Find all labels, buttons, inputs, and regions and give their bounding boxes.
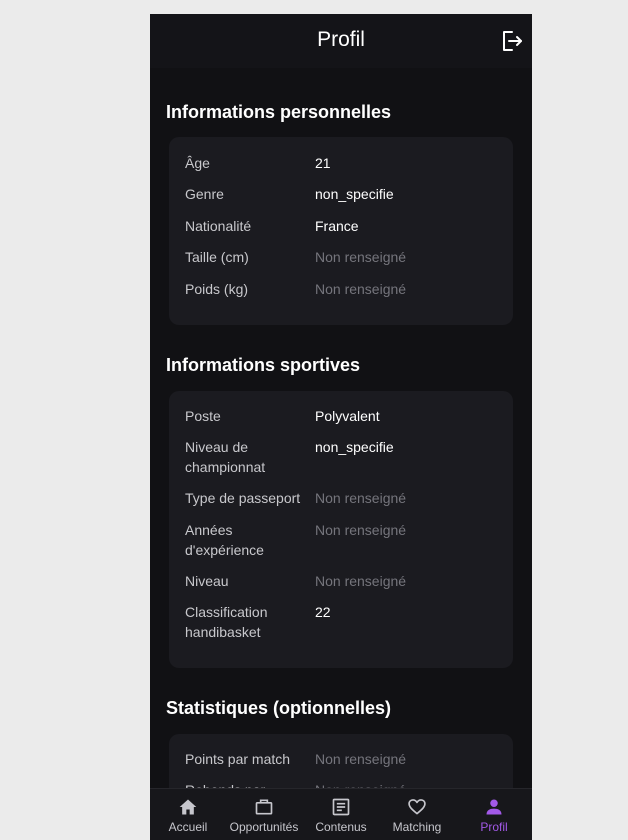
row-value: non_specifie (315, 439, 394, 455)
row-label: Poids (kg) (185, 281, 249, 297)
sport-info-card: Poste Polyvalent Niveau de championnat n… (169, 391, 513, 668)
row-value: 21 (315, 155, 331, 171)
row-value: Non renseigné (315, 249, 407, 265)
section-title-sport: Informations sportives (166, 355, 361, 375)
row-value: Non renseigné (315, 573, 407, 589)
row-label: Classification handibasket (185, 604, 268, 640)
row-label: Rebonds par (185, 780, 310, 788)
row-value: France (315, 218, 359, 234)
row-value: non_specifie (315, 186, 394, 202)
app-header: Profil (150, 14, 532, 68)
section-title-stats: Statistiques (optionnelles) (166, 698, 392, 718)
row-value: Non renseigné (315, 490, 407, 506)
row-label: Âge (185, 155, 210, 171)
article-icon (332, 798, 350, 816)
row-value: Non renseigné (315, 780, 406, 788)
briefcase-icon (255, 799, 273, 815)
nav-label: Contenus (315, 820, 367, 834)
nav-label: Matching (392, 820, 442, 834)
personal-info-card: Âge 21 Genre non_specifie Nationalité Fr… (169, 137, 513, 325)
nav-item-accueil[interactable]: Accueil (150, 789, 226, 840)
row-label: Nationalité (185, 218, 252, 234)
row-label: Type de passeport (185, 490, 301, 506)
logout-button[interactable] (500, 29, 524, 53)
row-value: 22 (315, 604, 331, 620)
row-value: Non renseigné (315, 281, 407, 297)
nav-item-matching[interactable]: Matching (379, 789, 455, 840)
row-label: Points par match (185, 751, 291, 767)
row-label: Niveau de championnat (185, 439, 266, 475)
home-icon (179, 799, 197, 815)
section-title-personal: Informations personnelles (166, 102, 392, 122)
page-title: Profil (317, 28, 365, 51)
logout-icon (503, 31, 522, 51)
row-label: Taille (cm) (185, 249, 249, 265)
nav-label: Opportunités (229, 820, 299, 834)
row-label: Années d'expérience (185, 522, 264, 558)
row-label: Poste (185, 408, 221, 424)
stats-card: Points par match Non renseigné Rebonds p… (169, 734, 513, 788)
row-value: Polyvalent (315, 408, 380, 424)
row-label: Genre (185, 186, 224, 202)
nav-item-profil[interactable]: Profil (456, 789, 532, 840)
bottom-navigation: Accueil Opportunités Contenus Matching P… (150, 788, 532, 840)
phone-screen: Profil Informations personnelles Âge 21 … (150, 14, 532, 840)
nav-item-opportunites[interactable]: Opportunités (226, 789, 302, 840)
nav-label: Accueil (168, 820, 208, 834)
person-icon (486, 799, 502, 815)
row-label: Niveau (185, 573, 229, 589)
profile-content[interactable]: Informations personnelles Âge 21 Genre n… (150, 68, 532, 788)
row-value: Non renseigné (315, 751, 407, 767)
row-value: Non renseigné (315, 522, 407, 538)
nav-item-contenus[interactable]: Contenus (303, 789, 379, 840)
heart-icon (408, 799, 426, 815)
nav-label: Profil (480, 820, 508, 834)
